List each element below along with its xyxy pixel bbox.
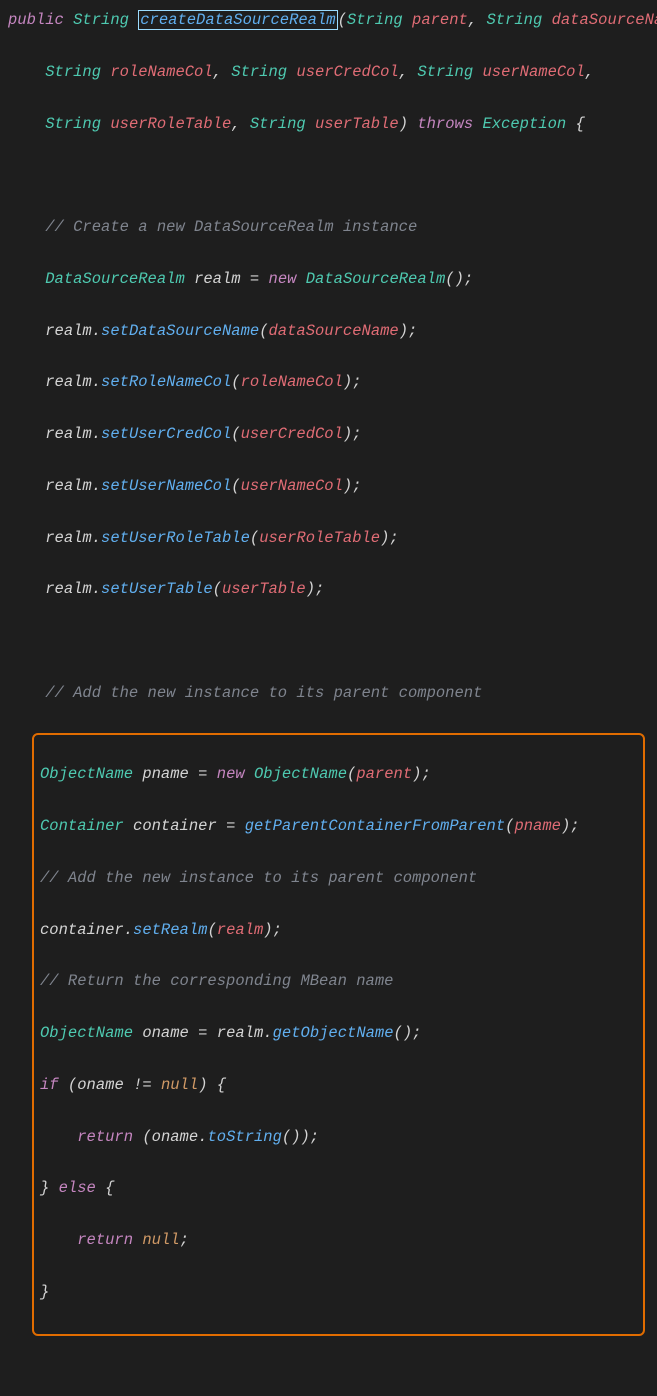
comment-line: // Create a new DataSourceRealm instance [8,215,657,241]
obj: realm [45,580,92,598]
method-call: setRealm [133,921,207,939]
comment: // Add the new instance to its parent co… [40,869,477,887]
type: Container [40,817,124,835]
method-call: toString [207,1128,281,1146]
var: oname [77,1076,124,1094]
arg: userNameCol [241,477,343,495]
kw-public: public [8,11,64,29]
code-line: Container container = getParentContainer… [40,814,637,840]
comment: // Create a new DataSourceRealm instance [45,218,417,236]
kw-else: else [59,1179,96,1197]
method-signature-line-3: String userRoleTable, String userTable) … [8,112,657,138]
code-line: realm.setUserTable(userTable); [8,577,657,603]
obj: container [40,921,124,939]
op: != [133,1076,152,1094]
null-literal: null [161,1076,198,1094]
code-line: return null; [40,1228,637,1254]
code-line: realm.setDataSourceName(dataSourceName); [8,319,657,345]
obj: oname [152,1128,199,1146]
comment-line: // Add the new instance to its parent co… [40,866,637,892]
param-name: userCredCol [296,63,398,81]
obj: realm [45,425,92,443]
arg: pname [514,817,561,835]
null-literal: null [142,1231,179,1249]
obj: realm [45,477,92,495]
type: DataSourceRealm [45,270,185,288]
code-line: } [40,1280,637,1306]
code-line: ObjectName pname = new ObjectName(parent… [40,762,637,788]
kw-return: return [77,1128,133,1146]
method-name: createDataSourceRealm [138,10,337,30]
obj: realm [45,529,92,547]
type: ObjectName [40,1024,133,1042]
obj: realm [45,322,92,340]
code-line: realm.setUserRoleTable(userRoleTable); [8,526,657,552]
param-name: roleNameCol [110,63,212,81]
arg: userCredCol [241,425,343,443]
comment-line: // Add the new instance to its parent co… [8,681,657,707]
method-call: getParentContainerFromParent [245,817,505,835]
obj: realm [217,1024,264,1042]
param-type: String [250,115,306,133]
code-line: DataSourceRealm realm = new DataSourceRe… [8,267,657,293]
kw-new: new [217,765,245,783]
code-editor[interactable]: public String createDataSourceRealm(Stri… [8,8,657,1396]
arg: realm [217,921,264,939]
var: container [133,817,217,835]
var: realm [194,270,241,288]
kw-throws: throws [417,115,473,133]
constructor: DataSourceRealm [306,270,446,288]
method-call: setRoleNameCol [101,373,231,391]
blank-line [8,1362,657,1388]
exception-type: Exception [482,115,566,133]
blank-line [8,163,657,189]
param-type: String [231,63,287,81]
constructor: ObjectName [254,765,347,783]
var: pname [142,765,189,783]
kw-if: if [40,1076,59,1094]
param-type: String [45,115,101,133]
code-line: if (oname != null) { [40,1073,637,1099]
kw-return: return [77,1231,133,1249]
method-call: setUserCredCol [101,425,231,443]
param-type: String [486,11,542,29]
arg: parent [356,765,412,783]
type: ObjectName [40,765,133,783]
param-name: userNameCol [482,63,584,81]
code-line: realm.setRoleNameCol(roleNameCol); [8,370,657,396]
arg: roleNameCol [241,373,343,391]
highlighted-code-block: ObjectName pname = new ObjectName(parent… [32,733,645,1336]
kw-new: new [269,270,297,288]
method-call: setUserRoleTable [101,529,250,547]
param-name: userRoleTable [110,115,231,133]
return-type: String [73,11,129,29]
code-line: realm.setUserNameCol(userNameCol); [8,474,657,500]
var: oname [142,1024,189,1042]
method-call: setUserTable [101,580,213,598]
arg: userRoleTable [259,529,380,547]
obj: realm [45,373,92,391]
comment: // Return the corresponding MBean name [40,972,393,990]
arg: dataSourceName [269,322,399,340]
param-type: String [347,11,403,29]
comment-line: // Return the corresponding MBean name [40,969,637,995]
method-signature-line-2: String roleNameCol, String userCredCol, … [8,60,657,86]
code-line: realm.setUserCredCol(userCredCol); [8,422,657,448]
method-call: setDataSourceName [101,322,259,340]
code-line: container.setRealm(realm); [40,918,637,944]
code-line: ObjectName oname = realm.getObjectName()… [40,1021,637,1047]
code-line: return (oname.toString()); [40,1125,637,1151]
blank-line [8,629,657,655]
code-line: } else { [40,1176,637,1202]
param-type: String [45,63,101,81]
method-call: getObjectName [273,1024,394,1042]
arg: userTable [222,580,306,598]
param-name: parent [412,11,468,29]
param-type: String [417,63,473,81]
param-name: dataSourceName [552,11,657,29]
comment: // Add the new instance to its parent co… [45,684,482,702]
param-name: userTable [315,115,399,133]
method-signature-line-1: public String createDataSourceRealm(Stri… [8,8,657,34]
method-call: setUserNameCol [101,477,231,495]
